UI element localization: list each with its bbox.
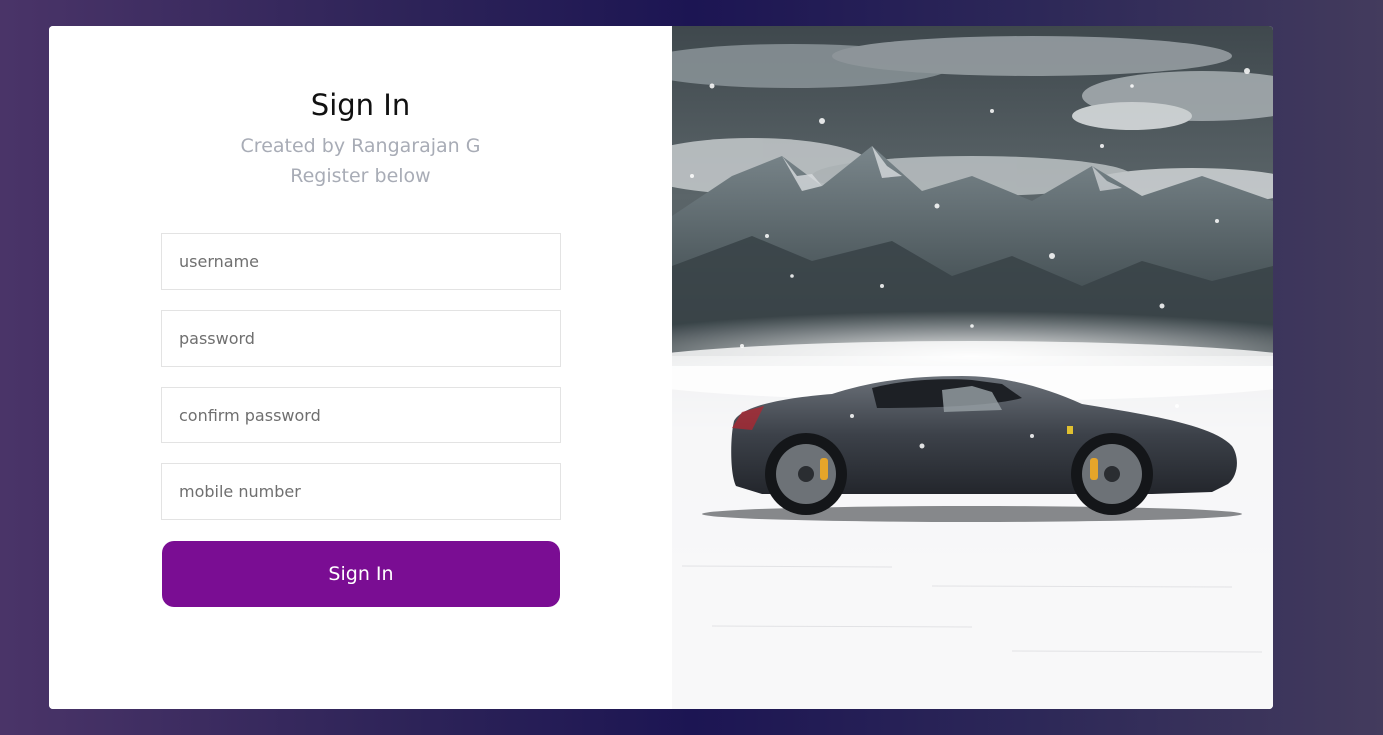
confirm-password-input[interactable]: [161, 387, 561, 443]
subtitle-instruction: Register below: [290, 165, 431, 187]
mobile-number-input[interactable]: [161, 463, 561, 520]
subtitle-credit: Created by Rangarajan G: [240, 135, 481, 157]
signin-form-pane: Sign In Created by Rangarajan G Register…: [49, 26, 672, 709]
page-title: Sign In: [310, 88, 411, 122]
sign-in-button[interactable]: Sign In: [162, 541, 560, 607]
username-input[interactable]: [161, 233, 561, 290]
signin-card: Sign In Created by Rangarajan G Register…: [49, 26, 1273, 709]
password-input[interactable]: [161, 310, 561, 367]
hero-image: [672, 26, 1273, 709]
